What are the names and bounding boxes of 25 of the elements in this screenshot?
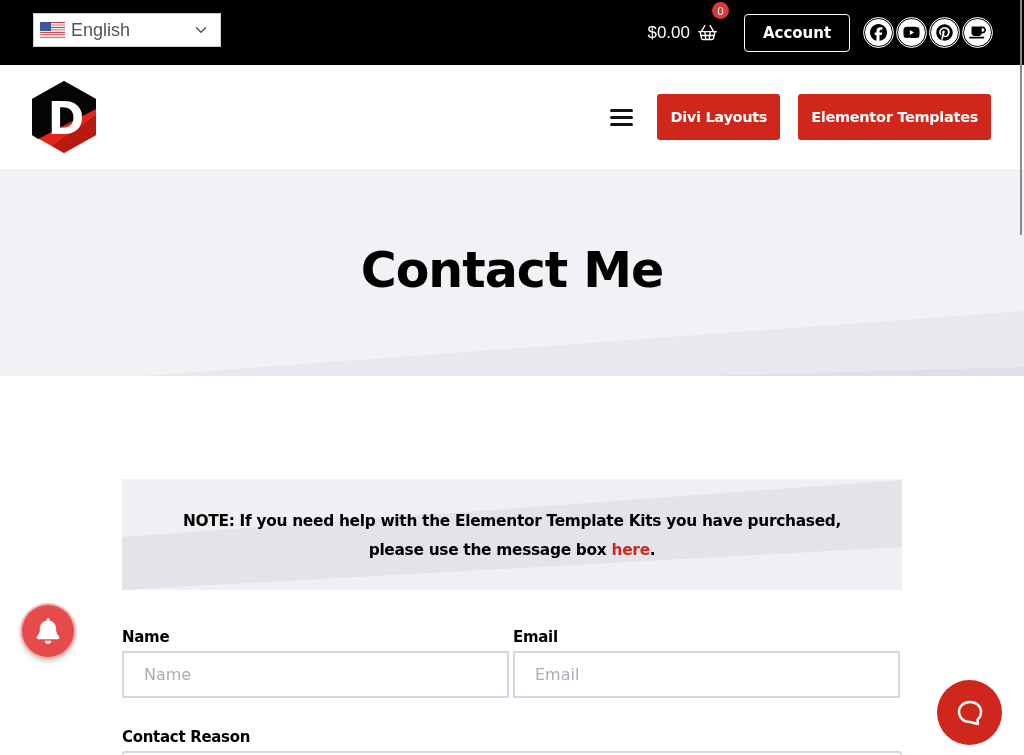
input-field[interactable]: Email [513,651,900,698]
coffee-cup-icon[interactable] [963,18,992,47]
us-flag-icon [40,21,65,39]
pinterest-icon[interactable] [930,18,959,47]
cart-count-badge: 0 [712,2,729,19]
speech-bubble-icon [955,698,984,727]
page-title: Contact Me [360,242,664,299]
notification-button[interactable] [22,605,74,657]
facebook-icon[interactable] [864,18,893,47]
nav-button[interactable]: Elementor Templates [798,94,991,140]
here-link[interactable]: here [611,540,650,559]
field-label: Contact Reason [122,729,252,746]
field-label: Name [122,629,171,646]
menu-icon[interactable] [610,108,634,126]
bell-icon [35,618,61,644]
language-select[interactable]: English [33,13,221,47]
cart-total[interactable]: $0.00 [647,22,690,43]
youtube-icon[interactable] [897,18,926,47]
input-field[interactable]: Name [122,651,509,698]
account-button[interactable]: Account [744,13,850,52]
basket-icon[interactable] [697,22,718,43]
nav-button[interactable]: Divi Layouts [657,94,781,140]
field-label: Email [513,629,559,646]
scrollbar-thumb[interactable] [1020,0,1022,235]
note-text: NOTE: If you need help with the Elementor Template Kits you have purchased, please use the message box here. [181,510,843,561]
